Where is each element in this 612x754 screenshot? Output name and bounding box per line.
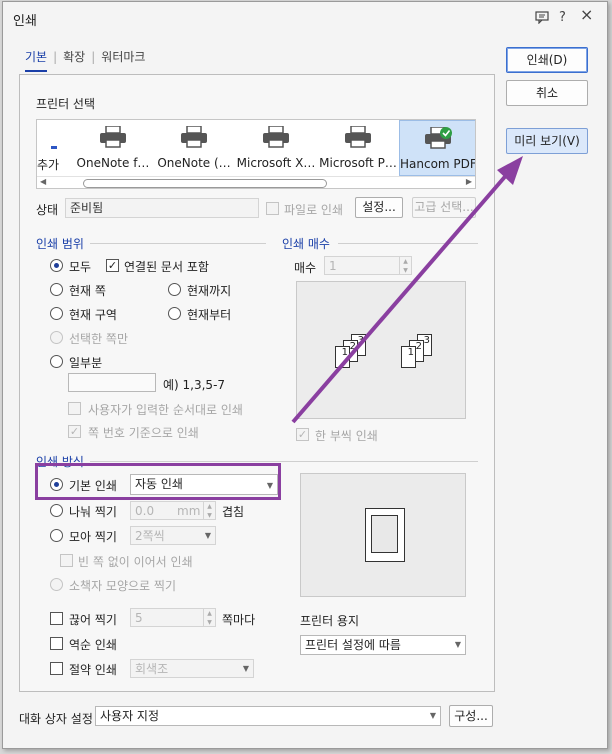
annotation-arrow (291, 156, 523, 424)
configure-button[interactable]: 구성... (449, 705, 493, 727)
dialog-settings-label: 대화 상자 설정 (19, 712, 93, 726)
print-dialog: 인쇄 ? × 기본 | 확장 | 워터마크 인쇄(D) 취소 미리 보기(V) 프린터 … (2, 1, 608, 749)
dialog-settings-select[interactable]: 사용자 지정 ▼ (95, 706, 441, 726)
